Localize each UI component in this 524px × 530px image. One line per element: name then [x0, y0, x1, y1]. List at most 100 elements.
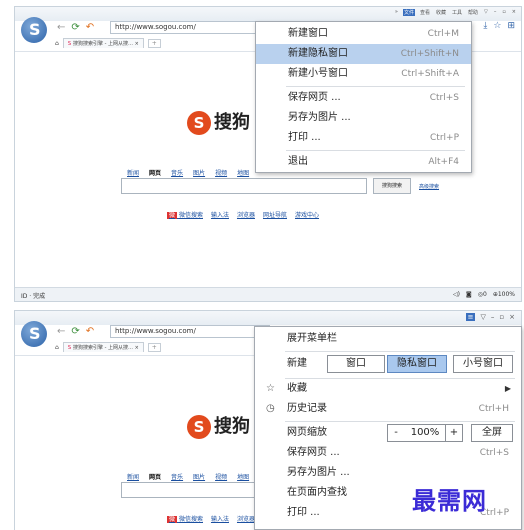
search-input[interactable]	[121, 178, 367, 194]
game-center-link[interactable]: 游戏中心	[295, 210, 319, 219]
menu-item-new-window[interactable]: 新建窗口 Ctrl+M	[256, 24, 471, 44]
shield-icon[interactable]: ▽	[480, 313, 485, 321]
window-controls: ≡ ▽ – ▫ ×	[465, 313, 515, 321]
nav-news[interactable]: 新闻	[127, 472, 139, 481]
refresh-icon[interactable]: ⟳	[71, 22, 79, 33]
undo-icon[interactable]: ↶	[86, 22, 94, 33]
tab-sogou[interactable]: S 搜狗搜索引擎 - 上网从搜… ×	[62, 342, 144, 352]
close-button[interactable]: ×	[511, 9, 517, 16]
restore-button[interactable]: ▫	[501, 9, 506, 16]
zoom-in-button[interactable]: +	[445, 424, 463, 442]
advanced-search-link[interactable]: 高级搜索	[419, 183, 439, 190]
home-icon[interactable]: ⌂	[55, 344, 59, 351]
search-category-nav: 新闻 网页 音乐 图片 视频 地图	[127, 168, 249, 177]
zoom-out-button[interactable]: -	[387, 424, 405, 442]
menu-item-save-page[interactable]: 保存网页 ... Ctrl+S	[256, 88, 471, 108]
menu-item-expand-menubar[interactable]: 展开菜单栏	[255, 329, 521, 349]
tab-sogou[interactable]: S 搜狗搜索引擎 - 上网从搜… ×	[62, 38, 144, 48]
fullscreen-button[interactable]: 全屏	[471, 424, 513, 442]
home-icon[interactable]: ⌂	[55, 40, 59, 47]
undo-icon[interactable]: ↶	[86, 326, 94, 337]
notifications-count[interactable]: ◎0	[478, 291, 487, 298]
menu-view[interactable]: 查看	[419, 9, 431, 16]
menu-item-save-page[interactable]: 保存网页 ... Ctrl+S	[255, 443, 521, 463]
menu-item-save-as-image[interactable]: 另存为图片 ...	[256, 108, 471, 128]
restore-button[interactable]: ▫	[499, 313, 504, 321]
nav-news[interactable]: 新闻	[127, 168, 139, 177]
menu-item-save-as-image[interactable]: 另存为图片 ...	[255, 463, 521, 483]
download-icon[interactable]: ⤓	[483, 21, 487, 31]
nav-web[interactable]: 网页	[149, 472, 161, 481]
nav-music[interactable]: 音乐	[171, 168, 183, 177]
submenu-arrow-icon: ▶	[504, 384, 511, 393]
nav-music[interactable]: 音乐	[171, 472, 183, 481]
new-window-button[interactable]: 窗口	[327, 355, 385, 373]
ime-link[interactable]: 输入法	[211, 514, 229, 523]
tab-label: 搜狗搜索引擎 - 上网从搜…	[73, 41, 133, 47]
address-bar[interactable]: http://www.sogou.com/	[110, 325, 270, 338]
menu-help[interactable]: 帮助	[467, 9, 479, 16]
search-button[interactable]: 搜狗搜索	[373, 178, 411, 194]
menu-item-favorites[interactable]: ☆ 收藏 ▶	[255, 379, 521, 399]
menu-item-label: 打印 ...	[288, 132, 321, 143]
menu-item-history[interactable]: ◷ 历史记录 Ctrl+H	[255, 399, 521, 419]
menu-file[interactable]: 文件	[402, 9, 415, 16]
new-private-window-button[interactable]: 隐私窗口	[387, 355, 447, 373]
menu-toggle-icon[interactable]: ≡	[465, 313, 476, 321]
zoom-level[interactable]: ⊕100%	[493, 291, 515, 298]
nav-buttons: ← ⟳ ↶	[57, 326, 94, 337]
browser-link[interactable]: 浏览器	[237, 514, 255, 523]
back-arrow-icon[interactable]: ←	[57, 22, 65, 33]
menu-item-new-private-window[interactable]: 新建隐私窗口 Ctrl+Shift+N	[256, 44, 471, 64]
address-bar[interactable]: http://www.sogou.com/	[110, 21, 270, 34]
url-nav-link[interactable]: 网址导航	[263, 210, 287, 219]
new-alt-window-button[interactable]: 小号窗口	[453, 355, 513, 373]
menu-item-new-alt-window[interactable]: 新建小号窗口 Ctrl+Shift+A	[256, 64, 471, 84]
tab-row: ⌂ S 搜狗搜索引擎 - 上网从搜… × +	[55, 341, 161, 353]
shield-icon[interactable]: ▽	[483, 9, 489, 16]
sogou-search-logo: S 搜狗	[187, 412, 250, 439]
menu-separator	[285, 351, 515, 352]
browser-link[interactable]: 浏览器	[237, 210, 255, 219]
close-button[interactable]: ×	[509, 313, 515, 321]
star-icon: ☆	[266, 383, 275, 394]
new-tab-button[interactable]: +	[147, 342, 161, 352]
minimize-button[interactable]: –	[491, 313, 495, 321]
sound-icon[interactable]: ◁)	[453, 291, 460, 298]
menu-item-label: 在页面内查找	[287, 487, 347, 498]
weixin-search-link[interactable]: 微 微信搜索	[167, 210, 203, 219]
grid-icon[interactable]: ⊞	[507, 21, 515, 31]
menu-tools[interactable]: 工具	[451, 9, 463, 16]
weixin-search-link[interactable]: 微 微信搜索	[167, 514, 203, 523]
sogou-browser-logo[interactable]	[21, 321, 47, 347]
minimize-button[interactable]: –	[493, 9, 498, 16]
bottom-links: 微 微信搜索 输入法 浏览器 网址导航 游戏中心	[167, 210, 319, 219]
sogou-browser-logo[interactable]	[21, 17, 47, 43]
nav-web[interactable]: 网页	[149, 168, 161, 177]
menu-item-label: 历史记录	[287, 403, 327, 414]
status-icon: ID ·	[21, 293, 34, 300]
star-icon[interactable]: ☆	[493, 21, 501, 31]
menu-favorites[interactable]: 收藏	[435, 9, 447, 16]
nav-video[interactable]: 视频	[215, 472, 227, 481]
refresh-icon[interactable]: ⟳	[71, 326, 79, 337]
menu-item-print[interactable]: 打印 ... Ctrl+P	[256, 128, 471, 148]
nav-images[interactable]: 图片	[193, 472, 205, 481]
menu-item-label: 另存为图片 ...	[287, 467, 350, 478]
menu-item-exit[interactable]: 退出 Alt+F4	[256, 152, 471, 172]
sogou-search-logo: S 搜狗	[187, 108, 250, 135]
title-bar: » 文件 查看 收藏 工具 帮助 ▽ – ▫ ×	[15, 7, 521, 21]
ime-link[interactable]: 输入法	[211, 210, 229, 219]
menu-separator	[286, 86, 465, 87]
tab-label: 搜狗搜索引擎 - 上网从搜…	[73, 345, 133, 351]
title-bar: ≡ ▽ – ▫ ×	[15, 311, 521, 325]
back-arrow-icon[interactable]: ←	[57, 326, 65, 337]
camera-icon[interactable]: ◙	[466, 291, 472, 298]
nav-images[interactable]: 图片	[193, 168, 205, 177]
status-text: ID · 完成	[21, 291, 45, 300]
nav-video[interactable]: 视频	[215, 168, 227, 177]
nav-map[interactable]: 地图	[237, 472, 249, 481]
new-tab-button[interactable]: +	[147, 38, 161, 48]
nav-map[interactable]: 地图	[237, 168, 249, 177]
menu-item-label: 新建隐私窗口	[288, 48, 348, 59]
